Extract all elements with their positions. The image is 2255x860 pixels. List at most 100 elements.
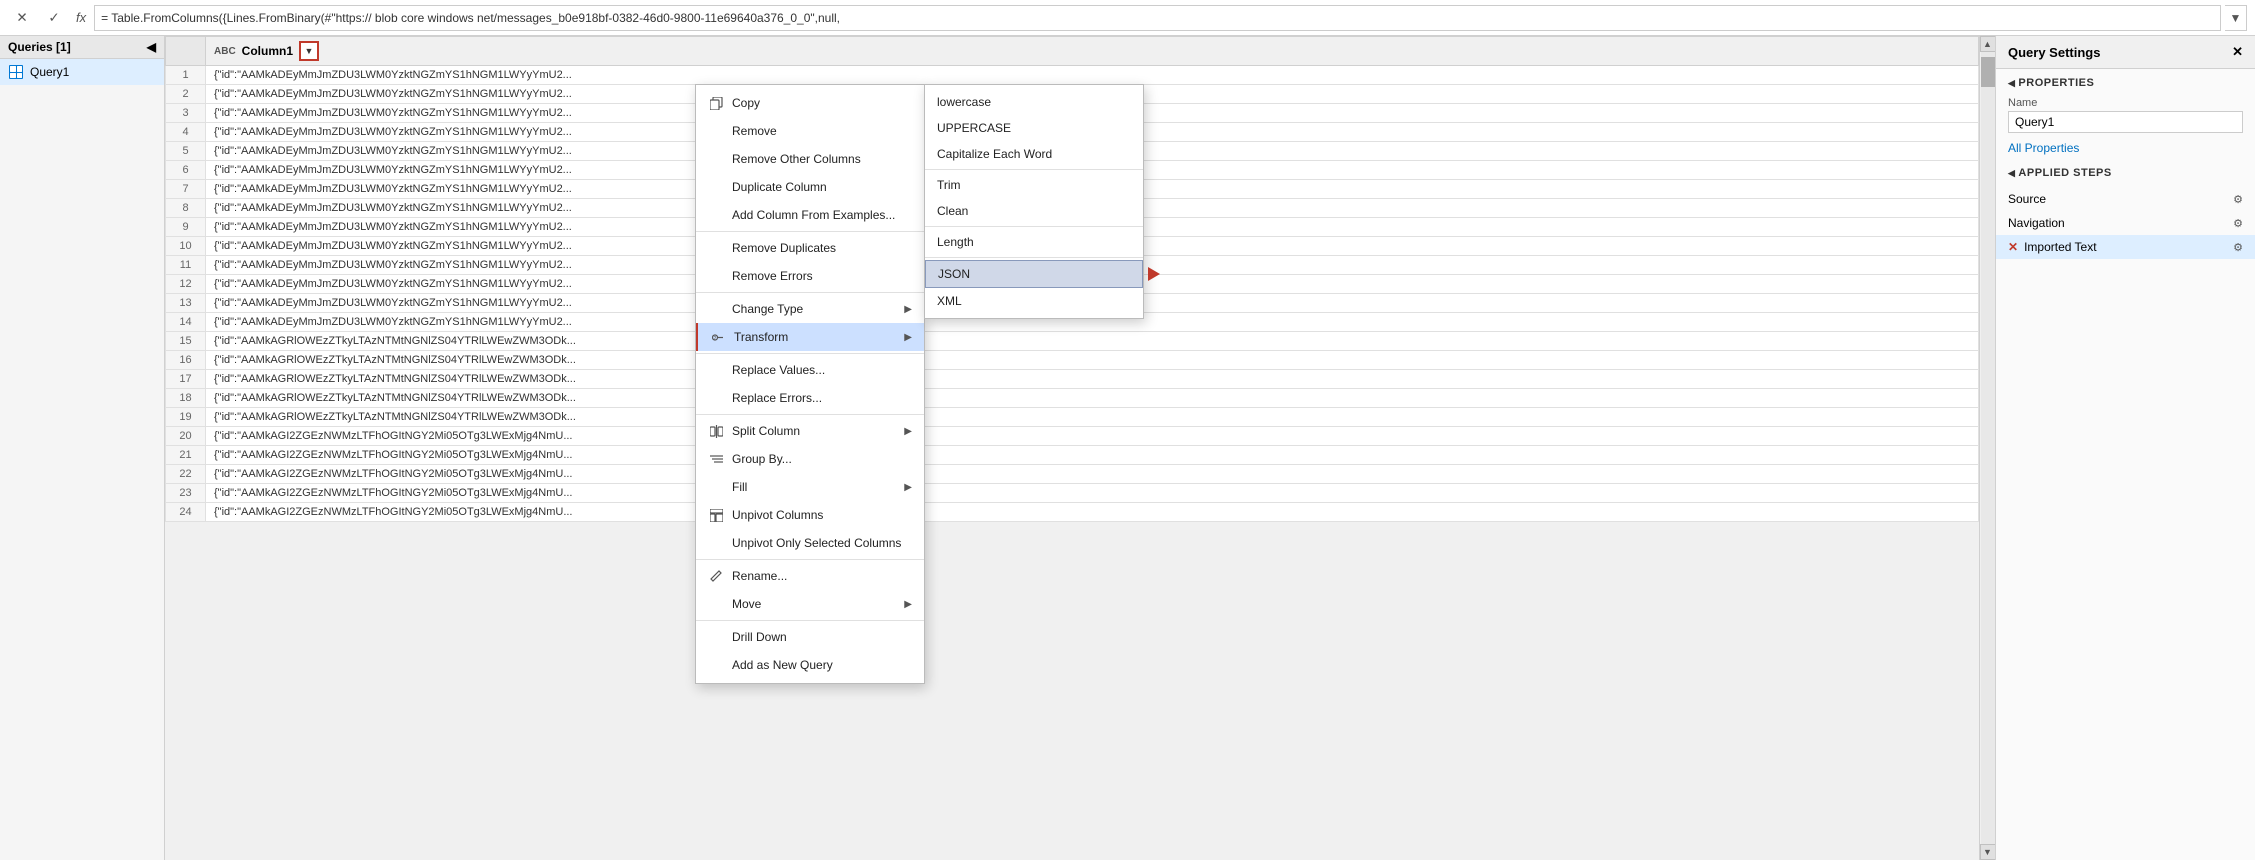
menu-item-replace-values-label: Replace Values... bbox=[732, 363, 912, 377]
menu-item-change-type[interactable]: Change Type ▶ bbox=[696, 295, 924, 323]
menu-item-copy[interactable]: Copy bbox=[696, 89, 924, 117]
step-navigation[interactable]: Navigation ⚙ bbox=[1996, 211, 2255, 235]
transform-xml[interactable]: XML bbox=[925, 288, 1143, 314]
menu-item-drill-down[interactable]: Drill Down bbox=[696, 623, 924, 651]
menu-item-replace-errors[interactable]: Replace Errors... bbox=[696, 384, 924, 412]
column-type-icon: ABC bbox=[214, 46, 236, 57]
menu-item-split-column[interactable]: Split Column ▶ bbox=[696, 417, 924, 445]
row-number: 13 bbox=[166, 294, 206, 313]
sidebar-collapse-icon[interactable]: ◀ bbox=[147, 40, 156, 54]
row-number: 15 bbox=[166, 332, 206, 351]
menu-item-add-from-examples-label: Add Column From Examples... bbox=[732, 208, 912, 222]
scroll-track[interactable] bbox=[1981, 52, 1995, 844]
transform-capitalize[interactable]: Capitalize Each Word bbox=[925, 141, 1143, 167]
properties-section-title: PROPERTIES bbox=[1996, 69, 2255, 93]
transform-trim[interactable]: Trim bbox=[925, 172, 1143, 198]
remove-other-icon bbox=[708, 151, 724, 167]
menu-item-remove-duplicates[interactable]: Remove Duplicates bbox=[696, 234, 924, 262]
table-row: 19{"id":"AAMkAGRlOWEzZTkyLTAzNTMtNGNlZS0… bbox=[166, 408, 1979, 427]
unpivot-icon bbox=[708, 507, 724, 523]
change-type-arrow: ▶ bbox=[904, 304, 912, 315]
left-sidebar: Queries [1] ◀ Query1 bbox=[0, 36, 165, 860]
table-row: 18{"id":"AAMkAGRlOWEzZTkyLTAzNTMtNGNlZS0… bbox=[166, 389, 1979, 408]
row-number: 1 bbox=[166, 66, 206, 85]
imported-text-gear-icon[interactable]: ⚙ bbox=[2233, 241, 2243, 254]
formula-bar[interactable]: = Table.FromColumns({Lines.FromBinary(#"… bbox=[94, 5, 2221, 31]
menu-item-split-column-label: Split Column bbox=[732, 424, 896, 438]
table-row: 17{"id":"AAMkAGRlOWEzZTkyLTAzNTMtNGNlZS0… bbox=[166, 370, 1979, 389]
split-column-arrow: ▶ bbox=[904, 426, 912, 437]
all-properties-link[interactable]: All Properties bbox=[1996, 137, 2255, 159]
scroll-thumb[interactable] bbox=[1981, 57, 1995, 87]
menu-item-remove-errors[interactable]: Remove Errors bbox=[696, 262, 924, 290]
unpivot-selected-icon bbox=[708, 535, 724, 551]
row-value: {"id":"AAMkAGRlOWEzZTkyLTAzNTMtNGNlZS04Y… bbox=[206, 332, 1979, 351]
menu-item-remove-duplicates-label: Remove Duplicates bbox=[732, 241, 912, 255]
table-row: 23{"id":"AAMkAGI2ZGEzNWMzLTFhOGItNGY2Mi0… bbox=[166, 484, 1979, 503]
menu-item-fill[interactable]: Fill ▶ bbox=[696, 473, 924, 501]
menu-item-move[interactable]: Move ▶ bbox=[696, 590, 924, 618]
navigation-gear-icon[interactable]: ⚙ bbox=[2233, 217, 2243, 230]
transform-uppercase[interactable]: UPPERCASE bbox=[925, 115, 1143, 141]
sidebar-item-query1[interactable]: Query1 bbox=[0, 59, 164, 85]
remove-icon bbox=[708, 123, 724, 139]
formula-expand-button[interactable]: ▼ bbox=[2225, 5, 2247, 31]
row-value: {"id":"AAMkAGI2ZGEzNWMzLTFhOGItNGY2Mi05O… bbox=[206, 465, 1979, 484]
menu-item-unpivot-selected[interactable]: Unpivot Only Selected Columns bbox=[696, 529, 924, 557]
scroll-up-button[interactable]: ▲ bbox=[1980, 36, 1996, 52]
row-value: {"id":"AAMkAGI2ZGEzNWMzLTFhOGItNGY2Mi05O… bbox=[206, 484, 1979, 503]
row-value: {"id":"AAMkAGRlOWEzZTkyLTAzNTMtNGNlZS04Y… bbox=[206, 351, 1979, 370]
menu-divider-6 bbox=[696, 620, 924, 621]
cursor-arrow bbox=[1148, 267, 1160, 281]
right-panel-close-icon[interactable]: ✕ bbox=[2232, 44, 2243, 60]
menu-item-group-by[interactable]: Group By... bbox=[696, 445, 924, 473]
menu-divider-1 bbox=[696, 231, 924, 232]
menu-item-rename[interactable]: Rename... bbox=[696, 562, 924, 590]
top-bar: ✕ ✓ fx = Table.FromColumns({Lines.FromBi… bbox=[0, 0, 2255, 36]
menu-item-remove-other[interactable]: Remove Other Columns bbox=[696, 145, 924, 173]
row-number: 5 bbox=[166, 142, 206, 161]
menu-item-unpivot[interactable]: Unpivot Columns bbox=[696, 501, 924, 529]
column-dropdown-button[interactable]: ▼ bbox=[299, 41, 319, 61]
imported-text-x-icon[interactable]: ✕ bbox=[2008, 240, 2018, 254]
transform-json[interactable]: JSON bbox=[925, 260, 1143, 288]
menu-divider-4 bbox=[696, 414, 924, 415]
step-navigation-label: Navigation bbox=[2008, 216, 2065, 230]
menu-item-replace-values[interactable]: Replace Values... bbox=[696, 356, 924, 384]
applied-steps-section-title: APPLIED STEPS bbox=[1996, 159, 2255, 183]
menu-item-duplicate[interactable]: Duplicate Column bbox=[696, 173, 924, 201]
step-imported-text[interactable]: ✕ Imported Text ⚙ bbox=[1996, 235, 2255, 259]
name-property-row: Name bbox=[1996, 93, 2255, 137]
transform-lowercase-label: lowercase bbox=[937, 95, 1131, 109]
menu-item-rename-label: Rename... bbox=[732, 569, 912, 583]
row-value: {"id":"AAMkAGRlOWEzZTkyLTAzNTMtNGNlZS04Y… bbox=[206, 389, 1979, 408]
name-input[interactable] bbox=[2008, 111, 2243, 133]
transform-length[interactable]: Length bbox=[925, 229, 1143, 255]
row-value: {"id":"AAMkAGRlOWEzZTkyLTAzNTMtNGNlZS04Y… bbox=[206, 370, 1979, 389]
menu-item-add-new-query[interactable]: Add as New Query bbox=[696, 651, 924, 679]
transform-divider-2 bbox=[925, 226, 1143, 227]
step-source[interactable]: Source ⚙ bbox=[1996, 187, 2255, 211]
menu-item-transform[interactable]: 2 Transform ▶ bbox=[696, 323, 924, 351]
source-gear-icon[interactable]: ⚙ bbox=[2233, 193, 2243, 206]
replace-values-icon bbox=[708, 362, 724, 378]
row-number: 3 bbox=[166, 104, 206, 123]
table-row: 24{"id":"AAMkAGI2ZGEzNWMzLTFhOGItNGY2Mi0… bbox=[166, 503, 1979, 522]
formula-text: = Table.FromColumns({Lines.FromBinary(#"… bbox=[101, 11, 840, 25]
menu-item-move-label: Move bbox=[732, 597, 896, 611]
menu-item-remove[interactable]: Remove bbox=[696, 117, 924, 145]
menu-item-add-from-examples[interactable]: Add Column From Examples... bbox=[696, 201, 924, 229]
add-examples-icon bbox=[708, 207, 724, 223]
close-button[interactable]: ✕ bbox=[8, 4, 36, 32]
remove-errors-icon bbox=[708, 268, 724, 284]
step-imported-text-label: Imported Text bbox=[2024, 240, 2096, 254]
menu-item-transform-label: Transform bbox=[734, 330, 896, 344]
replace-errors-icon bbox=[708, 390, 724, 406]
menu-item-remove-other-label: Remove Other Columns bbox=[732, 152, 912, 166]
menu-item-copy-label: Copy bbox=[732, 96, 912, 110]
confirm-button[interactable]: ✓ bbox=[40, 4, 68, 32]
transform-lowercase[interactable]: lowercase bbox=[925, 89, 1143, 115]
scroll-down-button[interactable]: ▼ bbox=[1980, 844, 1996, 860]
menu-item-unpivot-selected-label: Unpivot Only Selected Columns bbox=[732, 536, 912, 550]
transform-clean[interactable]: Clean bbox=[925, 198, 1143, 224]
